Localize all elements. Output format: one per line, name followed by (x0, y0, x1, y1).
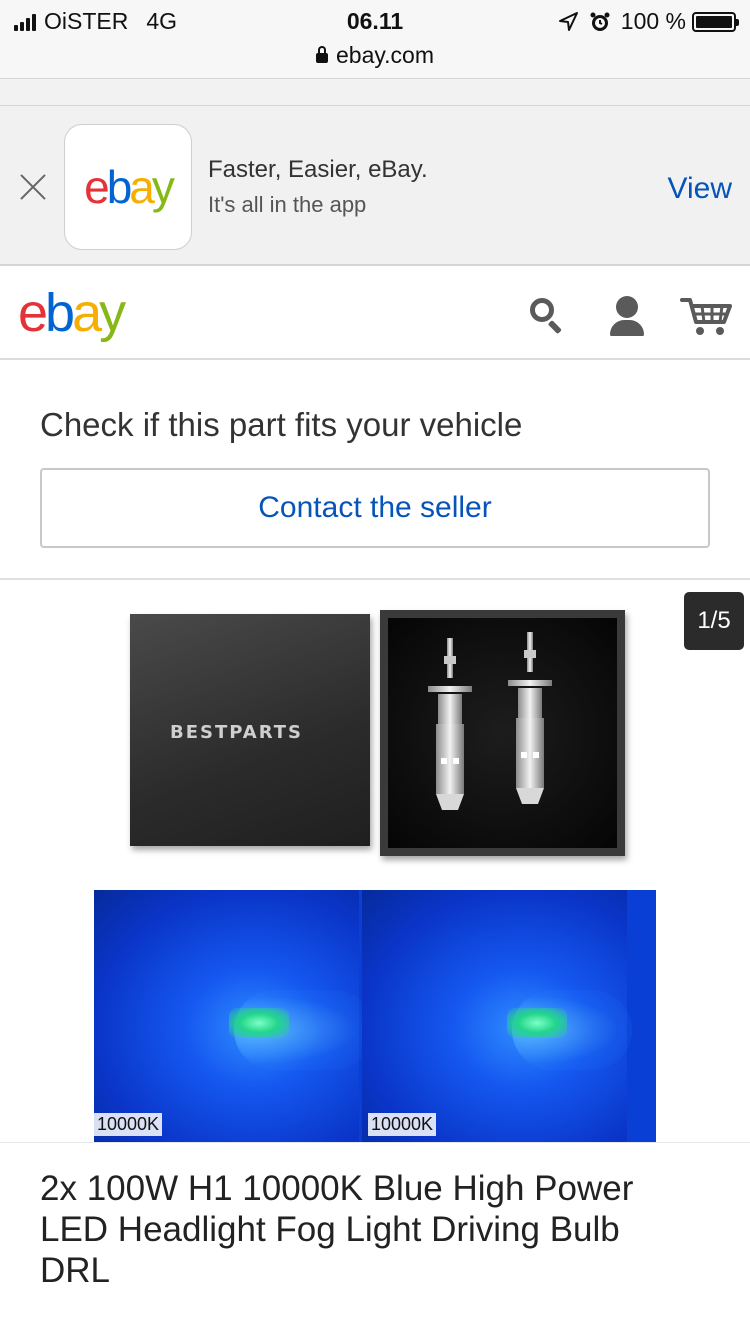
toolbar-divider (0, 78, 750, 106)
light-demo-left: 10000K (94, 890, 374, 1142)
fitment-heading: Check if this part fits your vehicle (40, 406, 523, 443)
alarm-icon (590, 12, 610, 31)
bulbs-image (388, 618, 617, 848)
site-header: ebay (0, 268, 750, 360)
color-temp-label: 10000K (368, 1113, 437, 1136)
light-demo-right: 10000K (362, 890, 632, 1142)
status-bar: OiSTER 4G 06.11 100 % ebay.com (0, 0, 750, 78)
lock-icon (315, 46, 328, 63)
box-brand-logo: BESTPARTS (170, 722, 304, 743)
cart-icon[interactable] (680, 294, 732, 338)
image-gallery[interactable]: BESTPARTS 10000K 10000K 1/5 (0, 580, 750, 1142)
address-bar[interactable]: ebay.com (0, 42, 750, 69)
blue-light-demo-image: 10000K 10000K (94, 890, 656, 1142)
user-icon[interactable] (606, 294, 650, 338)
status-right: 100 % (557, 8, 739, 35)
banner-subtitle: It's all in the app (208, 192, 367, 217)
close-icon[interactable] (16, 170, 50, 204)
app-banner: ebay Faster, Easier, eBay. It's all in t… (0, 106, 750, 266)
listing-title: 2x 100W H1 10000K Blue High Power LED He… (40, 1169, 634, 1290)
color-temp-label: 10000K (94, 1113, 163, 1136)
view-app-button[interactable]: View (668, 172, 732, 206)
product-box-open (380, 610, 625, 856)
product-box-lid: BESTPARTS (130, 614, 370, 846)
contact-seller-button[interactable]: Contact the seller (40, 468, 710, 548)
battery-icon (692, 11, 739, 32)
ebay-logo: ebay (84, 161, 175, 213)
banner-title: Faster, Easier, eBay. (208, 156, 428, 183)
battery-percent: 100 % (620, 8, 686, 34)
url-text: ebay.com (335, 42, 434, 68)
ebay-app-icon: ebay (64, 124, 192, 250)
ebay-home-logo[interactable]: ebay (18, 286, 126, 340)
search-icon[interactable] (526, 294, 570, 338)
image-counter-badge: 1/5 (684, 592, 744, 650)
gallery-divider (0, 1142, 750, 1143)
location-arrow-icon (558, 11, 578, 31)
bulb-pair-icon (428, 632, 552, 810)
